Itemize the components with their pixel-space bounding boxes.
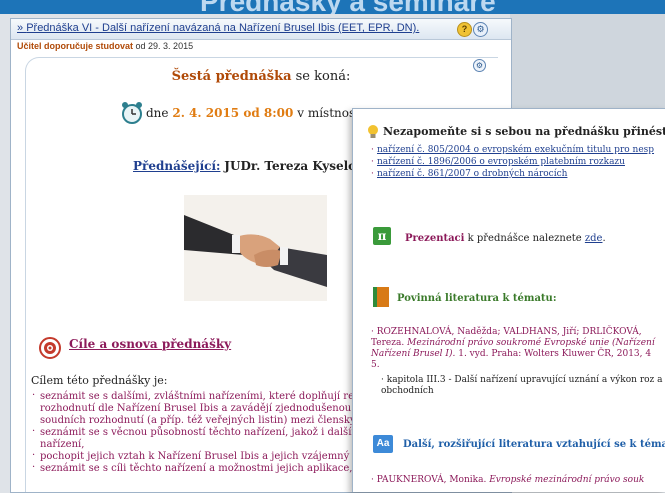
law-link[interactable]: nařízení č. 1896/2006 o evropském plateb…	[371, 156, 665, 168]
alarm-clock-icon	[122, 102, 142, 124]
presentation-link[interactable]: zde	[585, 233, 603, 244]
law-link[interactable]: nařízení č. 805/2004 o evropském exekučn…	[371, 144, 665, 156]
lecture-heading: Šestá přednáška se koná:	[171, 69, 351, 84]
presentation-icon: π	[373, 227, 391, 245]
handshake-photo	[184, 195, 327, 301]
required-literature-entry: · ROZEHNALOVÁ, Naděžda; VALDHANS, Jiří; …	[371, 327, 655, 370]
window-titlebar: » Přednáška VI - Další nařízení navázaná…	[11, 19, 511, 40]
book-icon	[373, 287, 389, 307]
recommend-note: Učitel doporučuje studovat od 29. 3. 201…	[17, 41, 194, 51]
target-icon	[39, 337, 61, 359]
lecture-date: dne 2. 4. 2015 od 8:00 v místnosti	[146, 106, 364, 120]
help-icon[interactable]: ?	[457, 22, 472, 37]
reminder-popup: Nezapomeňte si s sebou na přednášku přin…	[352, 108, 665, 492]
font-size-icon: Aa	[373, 435, 393, 453]
law-link[interactable]: nařízení č. 861/2007 o drobných nárocích	[371, 168, 665, 180]
list-item: pochopit jejich vztah k Nařízení Brusel …	[31, 450, 376, 463]
list-item: seznámit se s věcnou působností těchto n…	[31, 426, 376, 451]
further-literature-heading: Další, rozšiřující literatura vztahující…	[403, 439, 665, 450]
goals-intro: Cílem této přednášky je:	[31, 374, 168, 387]
popup-heading: Nezapomeňte si s sebou na přednášku přin…	[383, 125, 665, 138]
window-title-link[interactable]: » Přednáška VI - Další nařízení navázaná…	[17, 22, 419, 34]
goals-link[interactable]: Cíle a osnova přednášky	[69, 337, 231, 351]
goals-list: seznámit se s dalšími, zvláštními naříze…	[31, 390, 376, 475]
top-banner: Přednášky a semináře	[0, 0, 665, 14]
required-literature-heading: Povinná literatura k tématu:	[397, 293, 557, 304]
chapter-note: · kapitola III.3 - Další nařízení upravu…	[381, 375, 663, 396]
further-literature-entry: · PAUKNEROVÁ, Monika. Evropské mezinárod…	[371, 475, 645, 485]
list-item: seznámit se s cíli těchto nařízení a mož…	[31, 462, 376, 475]
lightbulb-icon	[368, 125, 378, 138]
settings-icon[interactable]: ⚙	[473, 22, 488, 37]
presentation-line: Prezentaci k přednášce naleznete zde.	[405, 233, 606, 244]
list-item: seznámit se s dalšími, zvláštními naříze…	[31, 390, 376, 427]
laws-list: nařízení č. 805/2004 o evropském exekučn…	[371, 144, 665, 180]
